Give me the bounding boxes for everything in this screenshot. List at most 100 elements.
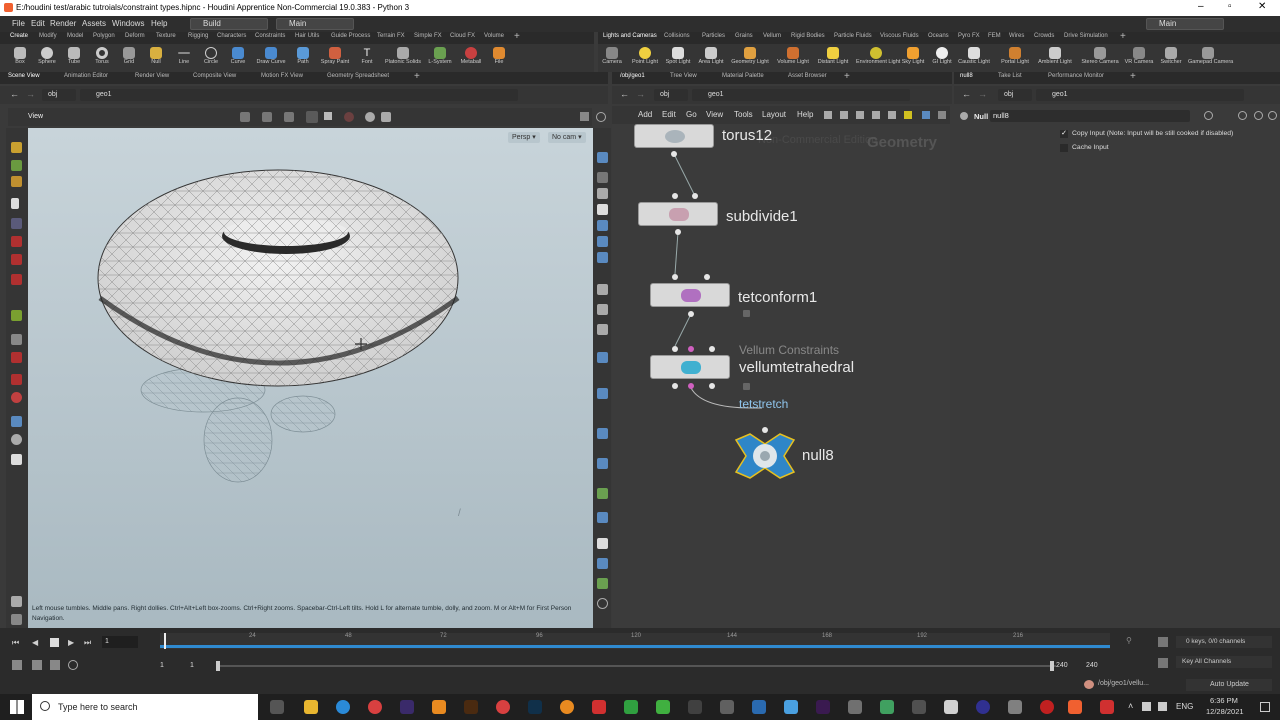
display-option-icon[interactable] <box>597 388 608 399</box>
display-option-icon[interactable] <box>597 458 608 469</box>
display-option-icon[interactable] <box>597 188 608 199</box>
tab-take-list[interactable]: Take List <box>998 73 1022 79</box>
premiere-icon[interactable] <box>816 700 830 714</box>
display-option-icon[interactable] <box>597 304 608 315</box>
app-icon[interactable] <box>1008 700 1022 714</box>
input-language[interactable]: ENG <box>1176 702 1193 711</box>
display-option-icon[interactable] <box>597 352 608 363</box>
red-tool-icon[interactable] <box>11 254 22 265</box>
node-input-port[interactable] <box>672 193 678 199</box>
tab-scene-view[interactable]: Scene View <box>8 73 40 79</box>
path-geo[interactable]: geo1 <box>80 89 518 101</box>
tool-stereo-camera[interactable]: Stereo Camera <box>1081 44 1119 72</box>
node-input-port[interactable] <box>704 274 710 280</box>
shelf2-tab[interactable]: Particle Fluids <box>834 33 872 39</box>
shelf2-tab[interactable]: Oceans <box>928 33 949 39</box>
shelf2-tab[interactable]: Collisions <box>664 33 690 39</box>
app-icon[interactable] <box>720 700 734 714</box>
snap-tool-icon[interactable] <box>11 392 22 403</box>
blender-icon[interactable] <box>560 700 574 714</box>
tab-network[interactable]: /obj/geo1 <box>620 73 645 79</box>
minimize-icon[interactable]: – <box>1198 1 1204 12</box>
chrome-icon[interactable] <box>496 700 510 714</box>
wire-label-tetstretch[interactable]: tetstretch <box>739 397 788 411</box>
app-icon[interactable] <box>752 700 766 714</box>
network-menu-help[interactable]: Help <box>797 110 813 119</box>
app-icon[interactable] <box>848 700 862 714</box>
grid-tool-icon[interactable] <box>11 334 22 345</box>
tool-spot-light[interactable]: Spot Light <box>664 44 692 72</box>
tool-l-system[interactable]: L-System <box>426 44 454 72</box>
tool-curve[interactable]: Curve <box>224 44 252 72</box>
display-option-icon[interactable] <box>597 538 608 549</box>
display-option-icon[interactable] <box>597 204 608 215</box>
display-option-icon[interactable] <box>597 172 608 183</box>
node-output-port[interactable] <box>671 151 677 157</box>
path-geo[interactable]: geo1 <box>1036 89 1244 101</box>
network-editor[interactable]: Non-Commercial Edition Geometry torus12 … <box>612 124 950 628</box>
camera-settings-icon[interactable] <box>381 112 391 122</box>
keyframe-icon[interactable]: ⚲ <box>1126 636 1132 645</box>
list-view-icon[interactable] <box>840 111 848 119</box>
realtime-icon[interactable] <box>50 660 60 670</box>
back-icon[interactable]: ← <box>620 89 629 99</box>
shelf-tab[interactable]: Create <box>10 33 28 39</box>
tool-path[interactable]: Path <box>289 44 317 72</box>
network-menu-edit[interactable]: Edit <box>662 110 676 119</box>
network-menu-tools[interactable]: Tools <box>734 110 753 119</box>
info-icon[interactable] <box>597 598 608 609</box>
tree-view-icon[interactable] <box>872 111 880 119</box>
shelf-tab[interactable]: Texture <box>156 33 176 39</box>
help-icon[interactable] <box>1238 111 1247 120</box>
param-node-name-field[interactable]: null8 <box>990 110 1190 122</box>
snap-icon[interactable] <box>324 112 332 120</box>
app-icon[interactable] <box>592 700 606 714</box>
tool-box[interactable]: Box <box>6 44 34 72</box>
add-tab-icon[interactable]: + <box>1130 71 1136 82</box>
after-effects-icon[interactable] <box>400 700 414 714</box>
volume-tray-icon[interactable] <box>1158 702 1167 711</box>
loop-icon[interactable] <box>68 660 78 670</box>
tool-tube[interactable]: Tube <box>60 44 88 72</box>
tool-camera[interactable]: Camera <box>598 44 626 72</box>
info-icon[interactable] <box>1268 111 1277 120</box>
node-subdivide1[interactable] <box>638 202 718 226</box>
app-icon[interactable] <box>1100 700 1114 714</box>
app-icon[interactable] <box>624 700 638 714</box>
app-icon[interactable] <box>976 700 990 714</box>
select-icon[interactable] <box>11 142 22 153</box>
app-icon[interactable] <box>688 700 702 714</box>
lock-icon[interactable] <box>11 218 22 229</box>
key-all-channels-select[interactable]: Key All Channels <box>1176 656 1272 668</box>
app-icon[interactable] <box>656 700 670 714</box>
display-option-icon[interactable] <box>597 324 608 335</box>
task-view-icon[interactable] <box>270 700 284 714</box>
shelf-tab[interactable]: Polygon <box>93 33 115 39</box>
more-icon[interactable] <box>938 111 946 119</box>
display-toggle-icon[interactable] <box>306 111 318 123</box>
shelf-tab[interactable]: Guide Process <box>331 33 370 39</box>
shelf2-tab[interactable]: Viscous Fluids <box>880 33 919 39</box>
magnet-icon[interactable] <box>11 352 22 363</box>
shelf-tab[interactable]: Hair Utils <box>295 33 319 39</box>
paint-icon[interactable] <box>11 176 22 187</box>
tool-platonic-solids[interactable]: Platonic Solids <box>385 44 421 72</box>
node-null8[interactable] <box>734 430 796 482</box>
timeline-bar[interactable]: 24 48 72 96 120 144 168 192 216 <box>160 633 1110 649</box>
play-icon[interactable]: ▶ <box>68 638 74 647</box>
tool-line[interactable]: Line <box>170 44 198 72</box>
range-slider[interactable] <box>216 661 1056 671</box>
app-icon[interactable] <box>1040 700 1054 714</box>
add-shelf-icon[interactable]: + <box>514 31 520 42</box>
node-output-port[interactable] <box>709 383 715 389</box>
tool-geometry-light[interactable]: Geometry Light <box>731 44 769 72</box>
add-tab-icon[interactable]: + <box>414 71 420 82</box>
start-frame[interactable]: 1 <box>160 662 164 669</box>
shelf2-tab[interactable]: Vellum <box>763 33 781 39</box>
pin-icon[interactable] <box>580 112 589 121</box>
edge-icon[interactable] <box>336 700 350 714</box>
desktop-main-select[interactable]: Main <box>276 18 354 30</box>
tab-performance-monitor[interactable]: Performance Monitor <box>1048 73 1104 79</box>
shelf-tab[interactable]: Characters <box>217 33 246 39</box>
menu-edit[interactable]: Edit <box>31 19 45 28</box>
